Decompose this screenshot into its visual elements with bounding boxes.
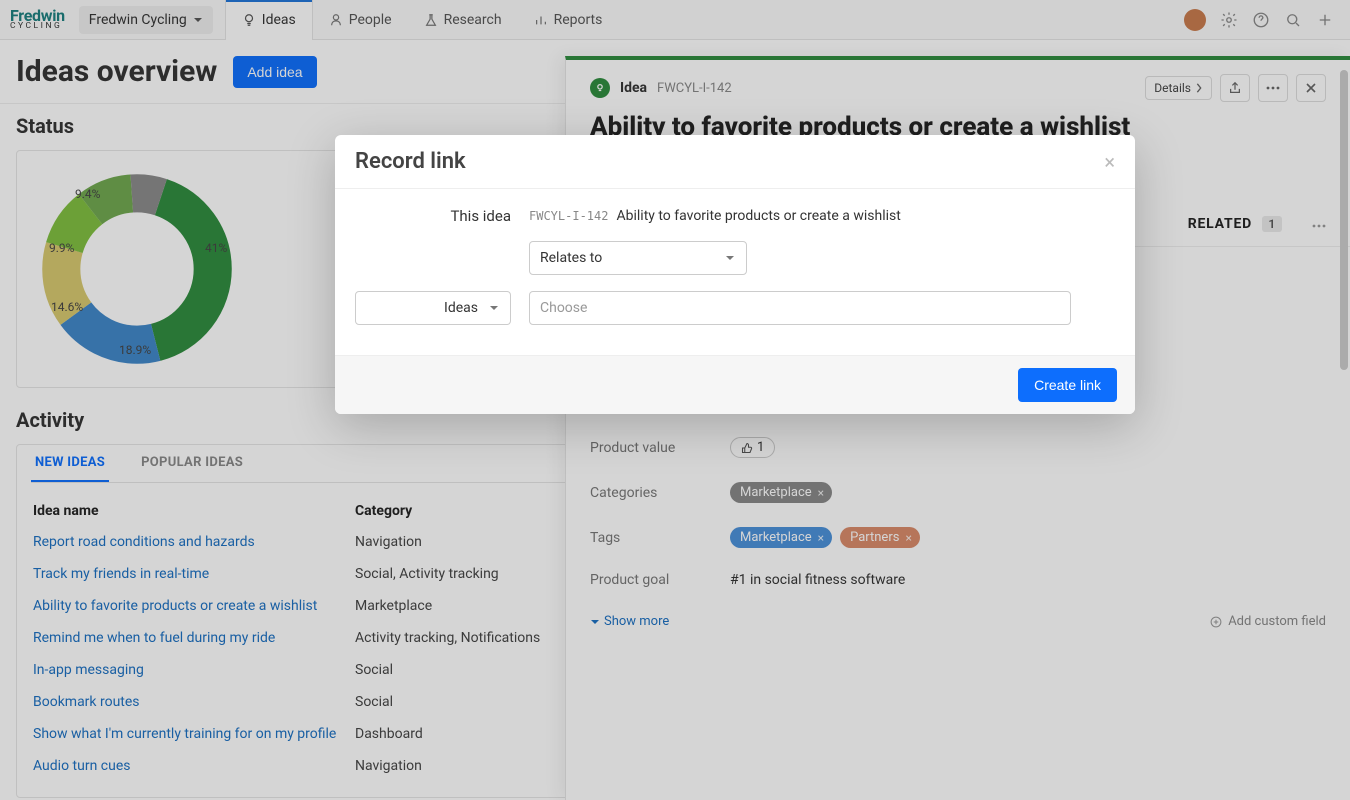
choose-record-input[interactable]: Choose [529,291,1071,325]
relation-value: Relates to [540,250,602,266]
record-type-select[interactable]: Ideas [355,291,511,325]
this-idea-label: This idea [355,207,529,225]
modal-title: Record link [355,149,466,174]
create-link-button[interactable]: Create link [1018,368,1117,402]
chevron-down-icon [488,302,500,314]
modal-idea-ref: FWCYL-I-142 [529,209,608,223]
modal-close-button[interactable]: × [1104,150,1115,174]
record-type-value: Ideas [444,300,478,316]
modal-idea-title: Ability to favorite products or create a… [616,208,900,224]
relation-select[interactable]: Relates to [529,241,747,275]
choose-placeholder: Choose [540,300,587,316]
chevron-down-icon [724,252,736,264]
record-link-modal: Record link × This idea FWCYL-I-142 Abil… [335,135,1135,414]
